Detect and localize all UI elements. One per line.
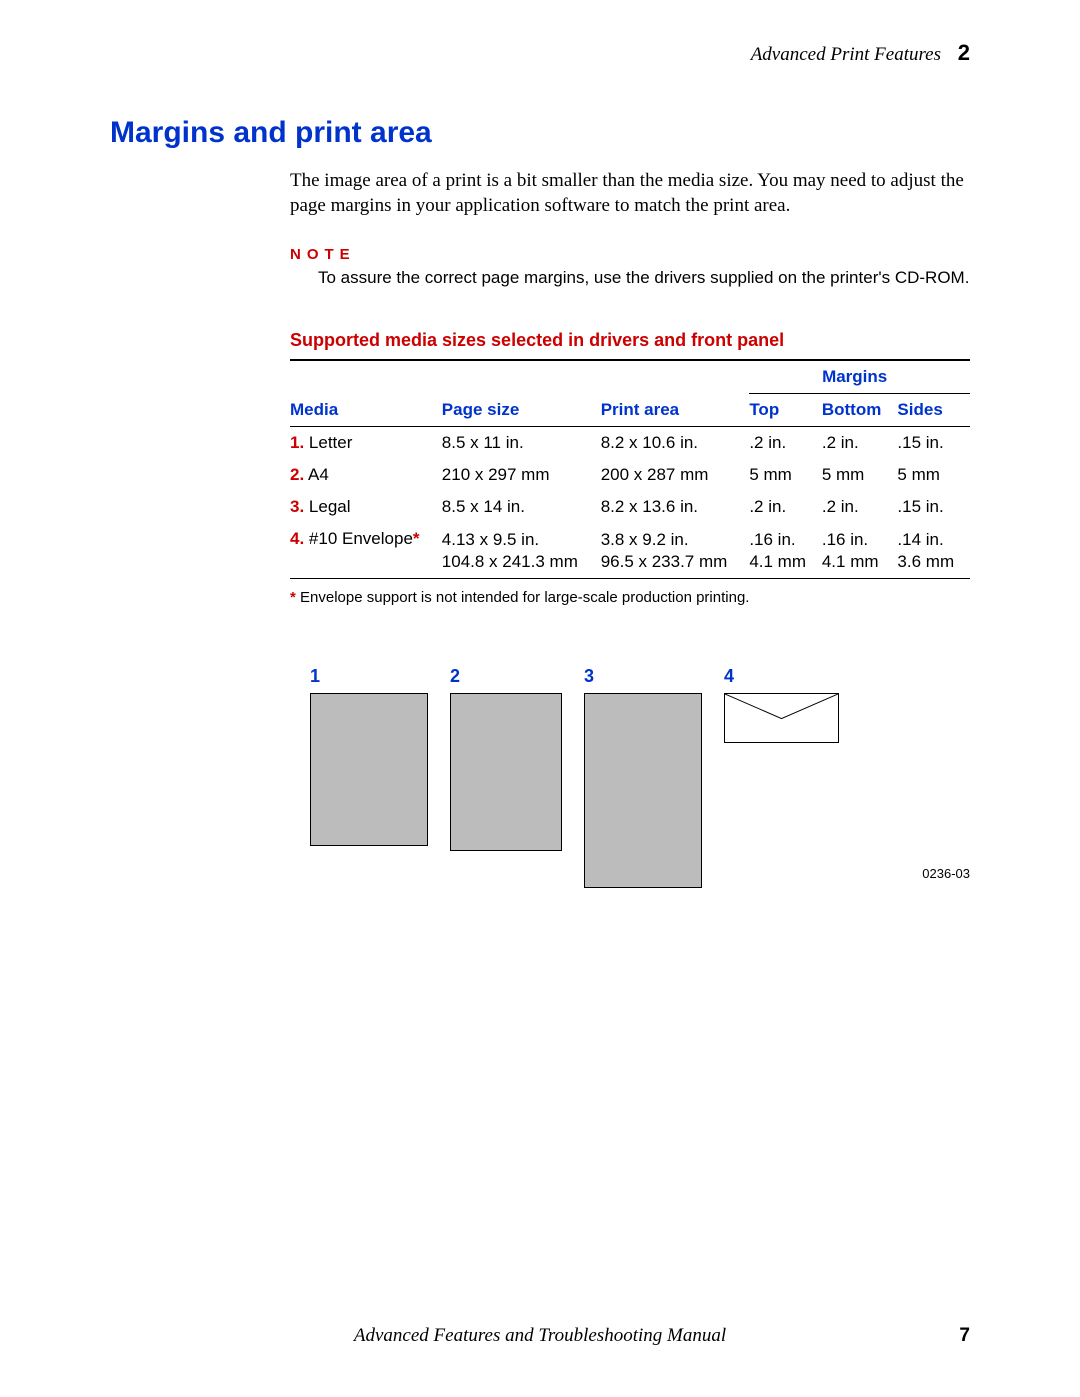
page-footer: Advanced Features and Troubleshooting Ma…	[110, 1325, 970, 1347]
section-title: Margins and print area	[110, 116, 970, 150]
note-text: To assure the correct page margins, use …	[318, 267, 970, 290]
note-block: NOTE To assure the correct page margins,…	[290, 246, 970, 290]
diagram-label: 3	[584, 666, 594, 687]
col-bottom: Bottom	[822, 394, 898, 427]
media-table: Margins Media Page size Print area Top B…	[290, 359, 970, 579]
col-print-area: Print area	[601, 394, 750, 427]
envelope-icon	[724, 693, 839, 743]
col-page-size: Page size	[442, 394, 601, 427]
running-title: Advanced Print Features	[751, 44, 941, 65]
col-top: Top	[749, 394, 822, 427]
a4-icon	[450, 693, 562, 851]
media-diagram: 1 2 3 4 0236-03	[310, 666, 970, 888]
table-row: 1. Letter 8.5 x 11 in. 8.2 x 10.6 in. .2…	[290, 427, 970, 460]
diagram-label: 2	[450, 666, 460, 687]
table-row: 2. A4 210 x 297 mm 200 x 287 mm 5 mm 5 m…	[290, 459, 970, 491]
table-row: 3. Legal 8.5 x 14 in. 8.2 x 13.6 in. .2 …	[290, 491, 970, 523]
table-caption: Supported media sizes selected in driver…	[290, 330, 970, 351]
table-footnote: * Envelope support is not intended for l…	[290, 589, 970, 606]
col-sides: Sides	[897, 394, 970, 427]
diagram-label: 4	[724, 666, 734, 687]
running-header: Advanced Print Features 2	[110, 40, 970, 66]
letter-icon	[310, 693, 428, 846]
note-label: NOTE	[290, 246, 970, 263]
chapter-number: 2	[958, 40, 970, 65]
col-media: Media	[290, 394, 442, 427]
page-number: 7	[959, 1325, 970, 1347]
figure-reference: 0236-03	[922, 866, 970, 881]
diagram-label: 1	[310, 666, 320, 687]
footer-title: Advanced Features and Troubleshooting Ma…	[354, 1325, 726, 1346]
table-row: 4. #10 Envelope* 4.13 x 9.5 in.104.8 x 2…	[290, 523, 970, 578]
col-margins-group: Margins	[749, 360, 970, 394]
legal-icon	[584, 693, 702, 888]
intro-text: The image area of a print is a bit small…	[290, 169, 970, 218]
